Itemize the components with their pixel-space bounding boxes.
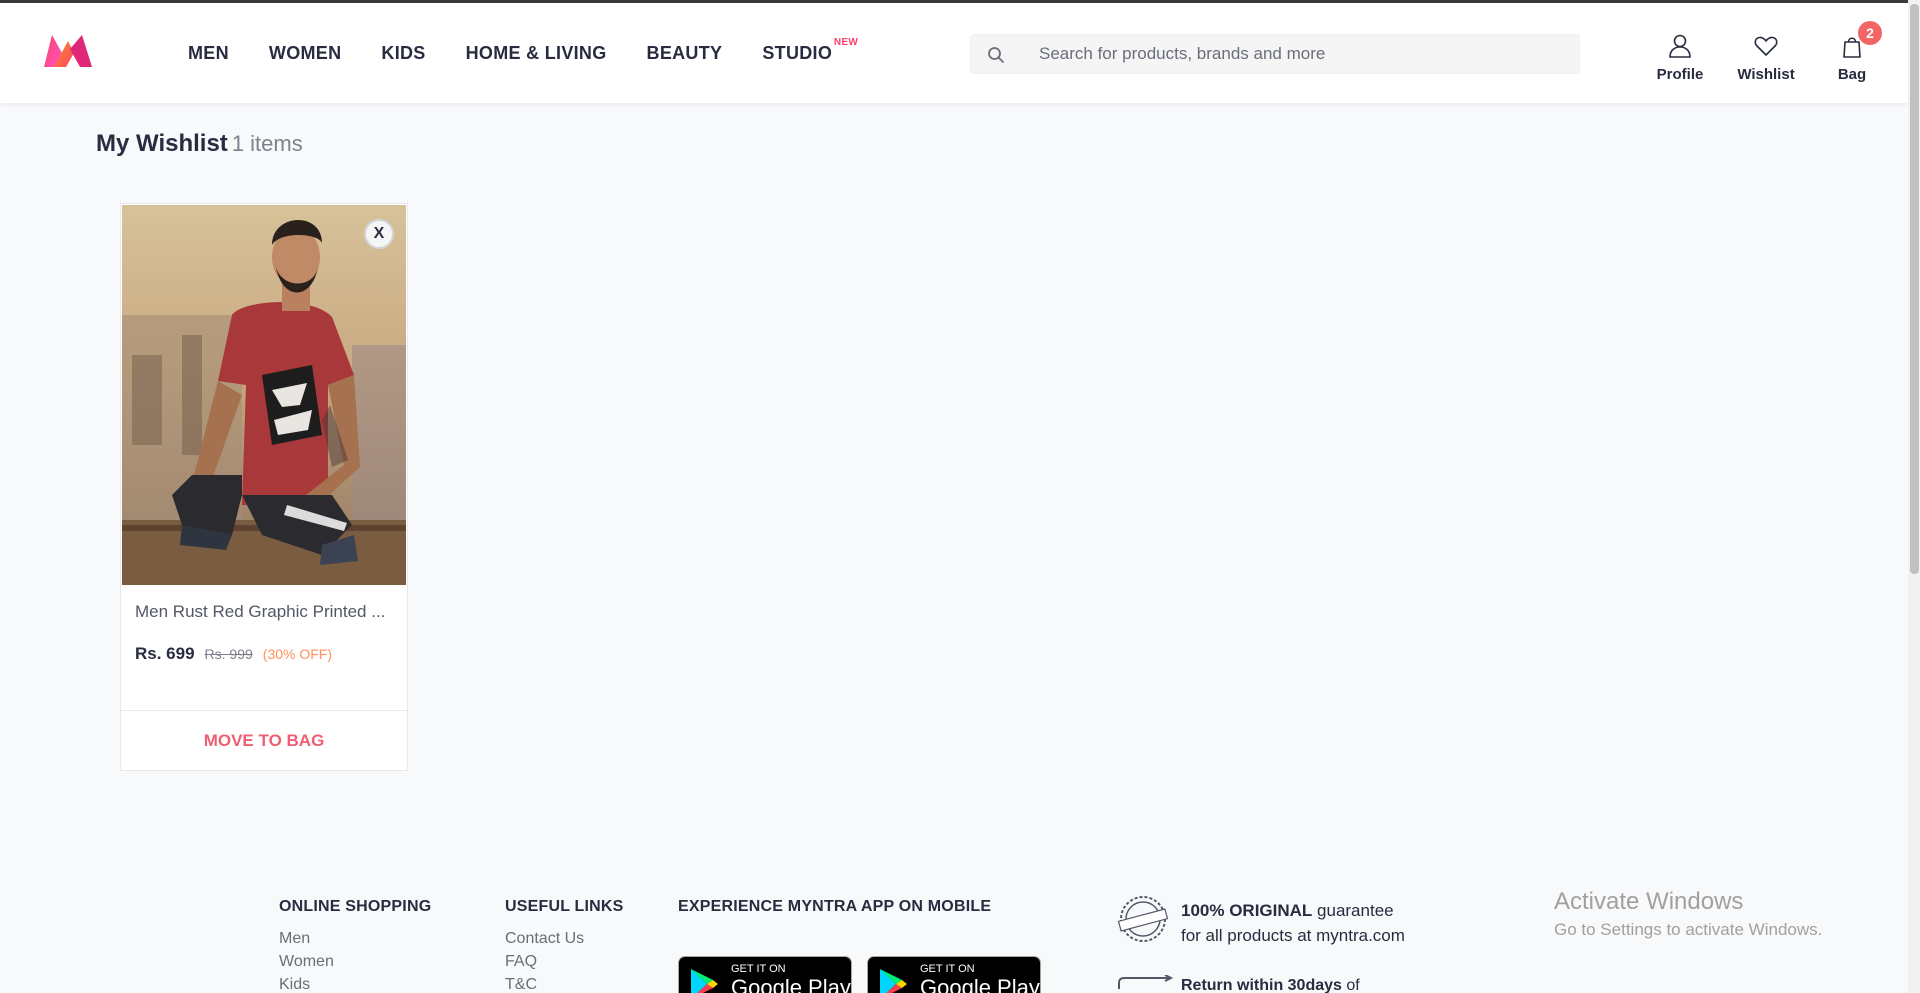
nav-men-label: MEN: [188, 43, 229, 63]
badge-1-big: Google Play: [731, 975, 851, 993]
original-seal-icon: [1117, 896, 1169, 942]
return-policy-strong: Return within 30days: [1181, 977, 1342, 993]
nav-men[interactable]: MEN: [188, 43, 229, 64]
nav-beauty[interactable]: BEAUTY: [647, 43, 723, 64]
return-policy-text: Return within 30days of: [1181, 977, 1481, 993]
return-arrow-icon: [1118, 975, 1174, 989]
nav-kids[interactable]: KIDS: [381, 43, 425, 64]
product-image[interactable]: X: [122, 205, 406, 585]
nav-home-living-label: HOME & LIVING: [465, 43, 607, 63]
product-price: Rs. 699: [135, 644, 195, 663]
page-title: My Wishlist 1 items: [96, 130, 303, 158]
profile-label: Profile: [1656, 66, 1704, 83]
footer-online-shopping: ONLINE SHOPPING Men Women Kids: [279, 898, 431, 993]
footer-link-faq[interactable]: FAQ: [505, 953, 624, 971]
myntra-logo[interactable]: [40, 31, 96, 71]
return-policy-rest: of: [1341, 977, 1360, 993]
badge-1-small: GET IT ON: [731, 963, 786, 975]
main-nav: MEN WOMEN KIDS HOME & LIVING BEAUTY STUD…: [188, 37, 872, 64]
footer-link-tnc[interactable]: T&C: [505, 976, 624, 993]
badge-2-big: Google Play: [920, 975, 1040, 993]
google-play-badge-1[interactable]: GET IT ON Google Play: [678, 956, 852, 993]
header-actions: Profile Wishlist 2 Bag: [1640, 21, 1892, 87]
windows-activation-watermark: Activate Windows Go to Settings to activ…: [1554, 888, 1822, 940]
bag-button[interactable]: 2 Bag: [1812, 21, 1892, 83]
user-icon: [1669, 34, 1691, 58]
product-name[interactable]: Men Rust Red Graphic Printed ...: [135, 602, 397, 622]
page-scrollbar[interactable]: [1908, 0, 1920, 993]
original-guarantee-strong: 100% ORIGINAL: [1181, 901, 1313, 920]
footer-link-women[interactable]: Women: [279, 953, 431, 971]
watermark-title: Activate Windows: [1554, 888, 1744, 915]
product-discount: (30% OFF): [262, 646, 333, 662]
nav-kids-label: KIDS: [381, 43, 426, 63]
bag-label: Bag: [1837, 66, 1867, 83]
nav-home-living[interactable]: HOME & LIVING: [466, 43, 607, 64]
nav-studio-label: STUDIO: [762, 43, 833, 63]
scrollbar-thumb[interactable]: [1910, 4, 1919, 574]
wishlist-item-card: X Men Rust Red Graphic Printed ... Rs. 6…: [120, 203, 408, 771]
wishlist-label: Wishlist: [1737, 66, 1795, 83]
nav-women[interactable]: WOMEN: [269, 43, 342, 64]
site-header: MEN WOMEN KIDS HOME & LIVING BEAUTY STUD…: [0, 3, 1908, 103]
original-guarantee-line2: for all products at myntra.com: [1181, 926, 1405, 945]
profile-button[interactable]: Profile: [1640, 33, 1720, 83]
bag-count-badge: 2: [1858, 21, 1882, 45]
google-play-icon: [880, 969, 907, 993]
footer-app: EXPERIENCE MYNTRA APP ON MOBILE: [678, 898, 991, 916]
footer-online-shopping-heading: ONLINE SHOPPING: [279, 898, 432, 915]
product-photo: [122, 205, 406, 585]
wishlist-button[interactable]: Wishlist: [1726, 33, 1806, 83]
search-bar[interactable]: [970, 34, 1580, 74]
product-mrp: Rs. 999: [204, 646, 253, 662]
page-title-text: My Wishlist: [96, 130, 228, 157]
footer-link-men[interactable]: Men: [279, 930, 431, 948]
heart-icon: [1754, 36, 1778, 56]
price-row: Rs. 699 Rs. 999 (30% OFF): [135, 644, 332, 664]
footer-link-contact-us[interactable]: Contact Us: [505, 930, 624, 948]
original-guarantee-text: 100% ORIGINAL guarantee for all products…: [1181, 898, 1461, 948]
search-icon[interactable]: [987, 46, 1005, 64]
nav-women-label: WOMEN: [268, 43, 342, 63]
new-tag: NEW: [833, 37, 859, 48]
nav-beauty-label: BEAUTY: [646, 43, 723, 63]
google-play-badge-2[interactable]: GET IT ON Google Play: [867, 956, 1041, 993]
footer-useful-links-heading: USEFUL LINKS: [505, 898, 624, 915]
badge-2-small: GET IT ON: [920, 963, 975, 975]
nav-studio[interactable]: STUDIO NEW: [762, 37, 858, 64]
footer-link-kids[interactable]: Kids: [279, 976, 431, 993]
footer-useful-links: USEFUL LINKS Contact Us FAQ T&C: [505, 898, 624, 993]
google-play-icon: [691, 969, 718, 993]
move-to-bag-button[interactable]: MOVE TO BAG: [121, 711, 407, 770]
remove-item-button[interactable]: X: [364, 219, 394, 249]
search-input[interactable]: [1039, 35, 1569, 73]
wishlist-item-count: 1 items: [231, 131, 303, 156]
watermark-subtitle: Go to Settings to activate Windows.: [1554, 920, 1823, 939]
footer-app-heading: EXPERIENCE MYNTRA APP ON MOBILE: [678, 898, 992, 915]
original-guarantee-rest: guarantee: [1312, 901, 1394, 920]
